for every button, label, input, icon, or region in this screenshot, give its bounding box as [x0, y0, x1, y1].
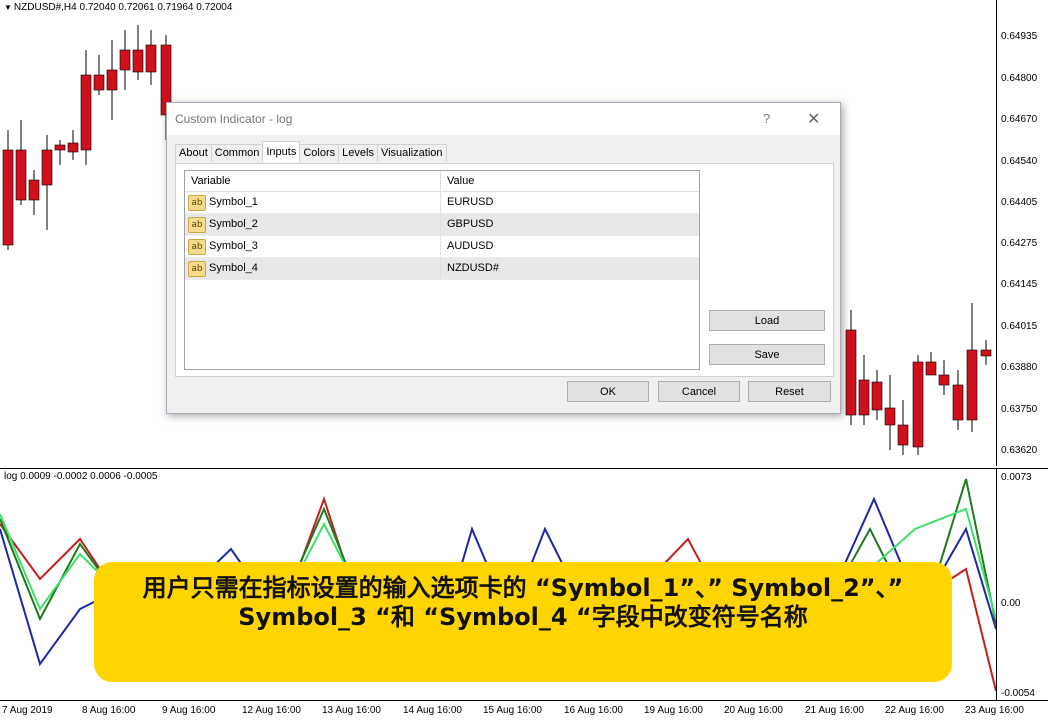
chart-symbol-info: NZDUSD#,H4 0.72040 0.72061 0.71964 0.720…	[13, 2, 233, 13]
tab-bar: About Common Inputs Colors Levels Visualizati…	[175, 141, 447, 162]
ok-button[interactable]: OK	[567, 381, 649, 402]
input-row[interactable]: ab Symbol_4 NZDUSD#	[185, 258, 699, 280]
candle-body	[132, 49, 144, 73]
candle-body	[884, 407, 896, 426]
price-tick: 0.64540	[1001, 156, 1038, 167]
time-tick: 8 Aug 16:00	[82, 705, 136, 716]
save-button[interactable]: Save	[709, 344, 825, 365]
price-tick: 0.63880	[1001, 362, 1038, 373]
price-tick: 0.64405	[1001, 197, 1038, 208]
reset-button[interactable]: Reset	[748, 381, 831, 402]
load-button[interactable]: Load	[709, 310, 825, 331]
variable-name: Symbol_4	[209, 262, 258, 274]
price-tick: 0.64015	[1001, 321, 1038, 332]
candle-body	[845, 329, 857, 416]
candle-body	[145, 44, 157, 73]
string-type-icon: ab	[188, 217, 206, 233]
indicator-tick: 0.00	[1001, 598, 1021, 609]
candle-body	[41, 149, 53, 186]
candle-body	[67, 142, 79, 153]
tab-colors[interactable]: Colors	[299, 144, 340, 162]
inputs-panel: Variable Value ab Symbol_1 EURUSD ab Sym…	[175, 163, 834, 377]
time-tick: 22 Aug 16:00	[885, 705, 944, 716]
candle-body	[15, 149, 27, 201]
candle-body	[54, 144, 66, 151]
time-tick: 19 Aug 16:00	[644, 705, 703, 716]
price-axis[interactable]: 0.64935 0.64800 0.64670 0.64540 0.64405 …	[996, 0, 1048, 466]
candle-body	[925, 361, 937, 376]
price-tick: 0.64145	[1001, 279, 1038, 290]
time-tick: 9 Aug 16:00	[162, 705, 216, 716]
price-tick: 0.64800	[1001, 73, 1038, 84]
help-button[interactable]: ?	[763, 111, 770, 126]
candle-body	[119, 49, 131, 71]
column-header-variable[interactable]: Variable	[191, 175, 231, 187]
price-tick: 0.64935	[1001, 31, 1038, 42]
time-tick: 7 Aug 2019	[2, 705, 53, 716]
price-tick: 0.63750	[1001, 404, 1038, 415]
variable-value[interactable]: AUDUSD	[447, 240, 493, 252]
subtitle-banner: 用户只需在指标设置的输入选项卡的 “Symbol_1”、” Symbol_2”、…	[94, 562, 952, 682]
candle-body	[80, 74, 92, 151]
time-tick: 14 Aug 16:00	[403, 705, 462, 716]
price-tick: 0.64275	[1001, 238, 1038, 249]
variable-name: Symbol_2	[209, 218, 258, 230]
tab-visualization[interactable]: Visualization	[376, 144, 447, 162]
time-axis[interactable]: 7 Aug 2019 8 Aug 16:00 9 Aug 16:00 12 Au…	[0, 700, 1048, 721]
indicator-tick: 0.0073	[1001, 472, 1032, 483]
candle-body	[106, 69, 118, 91]
time-tick: 20 Aug 16:00	[724, 705, 783, 716]
candle-body	[2, 149, 14, 246]
candle-body	[912, 361, 924, 448]
tab-common[interactable]: Common	[210, 144, 264, 162]
tab-levels[interactable]: Levels	[338, 144, 378, 162]
time-tick: 12 Aug 16:00	[242, 705, 301, 716]
candle-body	[28, 179, 40, 201]
price-tick: 0.64670	[1001, 114, 1038, 125]
tab-inputs[interactable]: Inputs	[262, 141, 301, 162]
close-button[interactable]: ✕	[807, 109, 820, 129]
indicator-axis[interactable]: 0.0073 0.00 -0.0054	[996, 468, 1048, 701]
input-row[interactable]: ab Symbol_3 AUDUSD	[185, 236, 699, 258]
variable-value[interactable]: GBPUSD	[447, 218, 493, 230]
time-tick: 13 Aug 16:00	[322, 705, 381, 716]
column-header-value[interactable]: Value	[447, 175, 474, 187]
time-tick: 21 Aug 16:00	[805, 705, 864, 716]
candle-body	[858, 379, 870, 416]
dialog-title: Custom Indicator - log	[175, 112, 293, 126]
candle-body	[980, 349, 992, 357]
dialog-titlebar[interactable]: Custom Indicator - log ? ✕	[167, 103, 840, 135]
tab-about[interactable]: About	[175, 144, 212, 162]
grid-header: Variable Value	[185, 171, 699, 192]
time-tick: 15 Aug 16:00	[483, 705, 542, 716]
input-row[interactable]: ab Symbol_1 EURUSD	[185, 192, 699, 214]
string-type-icon: ab	[188, 239, 206, 255]
indicator-header: log 0.0009 -0.0002 0.0006 -0.0005	[4, 471, 158, 482]
cancel-button[interactable]: Cancel	[658, 381, 740, 402]
candle-body	[871, 381, 883, 411]
variable-value[interactable]: EURUSD	[447, 196, 493, 208]
subtitle-text: 用户只需在指标设置的输入选项卡的 “Symbol_1”、” Symbol_2”、…	[142, 574, 904, 631]
candle-body	[897, 424, 909, 446]
dropdown-triangle-icon[interactable]: ▼	[4, 3, 12, 12]
string-type-icon: ab	[188, 261, 206, 277]
variable-value[interactable]: NZDUSD#	[447, 262, 499, 274]
candle-body	[93, 74, 105, 91]
variable-name: Symbol_1	[209, 196, 258, 208]
candle-body	[952, 384, 964, 421]
variable-name: Symbol_3	[209, 240, 258, 252]
time-tick: 23 Aug 16:00	[965, 705, 1024, 716]
price-tick: 0.63620	[1001, 445, 1038, 456]
candle-body	[938, 374, 950, 386]
chart-header: ▼ NZDUSD#,H4 0.72040 0.72061 0.71964 0.72…	[4, 2, 232, 13]
input-row[interactable]: ab Symbol_2 GBPUSD	[185, 214, 699, 236]
inputs-grid[interactable]: Variable Value ab Symbol_1 EURUSD ab Sym…	[184, 170, 700, 370]
candle-body	[966, 349, 978, 421]
string-type-icon: ab	[188, 195, 206, 211]
indicator-tick: -0.0054	[1001, 688, 1035, 699]
custom-indicator-dialog[interactable]: Custom Indicator - log ? ✕ About Common In…	[166, 102, 841, 414]
time-tick: 16 Aug 16:00	[564, 705, 623, 716]
